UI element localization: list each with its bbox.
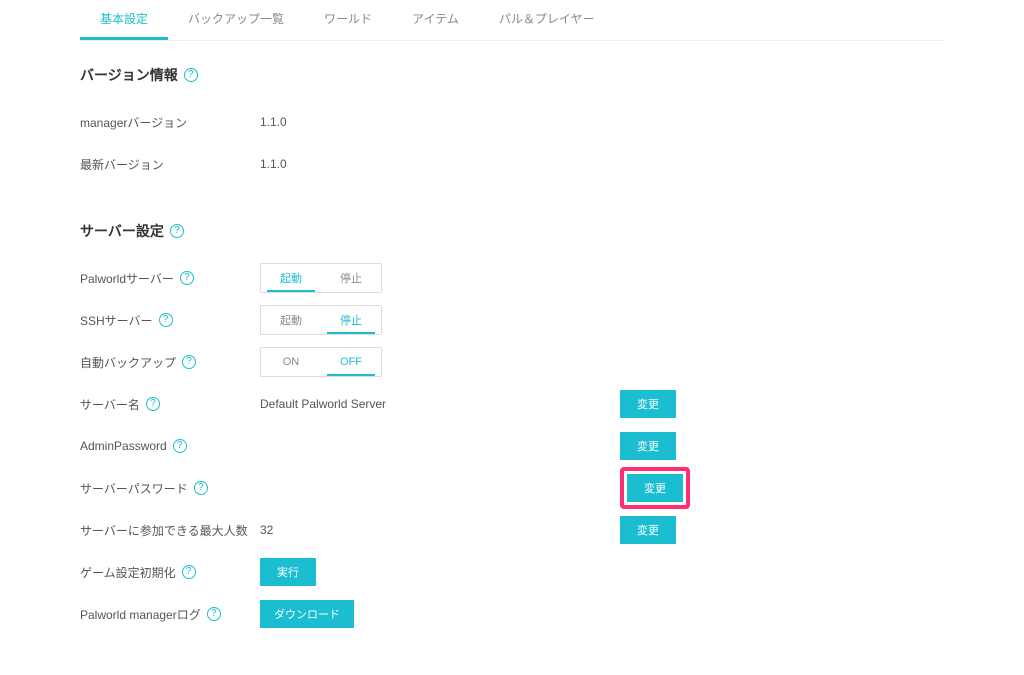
version-title-text: バージョン情報 [80, 65, 178, 85]
manager-log-label: Palworld managerログ [80, 606, 201, 623]
tabs: 基本設定 バックアップ一覧 ワールド アイテム パル＆プレイヤー [80, 0, 944, 41]
row-manager-version: managerバージョン 1.1.0 [80, 101, 944, 143]
help-icon[interactable]: ? [170, 224, 184, 238]
manager-log-download-button[interactable]: ダウンロード [260, 600, 354, 628]
tab-world[interactable]: ワールド [304, 0, 392, 40]
server-password-label: サーバーパスワード [80, 480, 188, 497]
row-latest-version: 最新バージョン 1.1.0 [80, 143, 944, 185]
manager-version-value: 1.1.0 [260, 115, 540, 129]
row-ssh-server: SSHサーバー ? 起動 停止 [80, 299, 944, 341]
highlight-server-password: 変更 [620, 467, 690, 509]
ssh-server-toggle: 起動 停止 [260, 305, 382, 335]
server-section-title: サーバー設定 ? [80, 221, 944, 241]
auto-backup-toggle: ON OFF [260, 347, 382, 377]
row-game-reset: ゲーム設定初期化 ? 実行 [80, 551, 944, 593]
row-auto-backup: 自動バックアップ ? ON OFF [80, 341, 944, 383]
autobackup-off-button[interactable]: OFF [321, 348, 381, 376]
row-server-password: サーバーパスワード ? 変更 [80, 467, 944, 509]
row-max-players: サーバーに参加できる最大人数 32 変更 [80, 509, 944, 551]
max-players-change-button[interactable]: 変更 [620, 516, 676, 544]
max-players-label: サーバーに参加できる最大人数 [80, 522, 248, 539]
latest-version-value: 1.1.0 [260, 157, 540, 171]
palworld-stop-button[interactable]: 停止 [321, 264, 381, 292]
max-players-value: 32 [260, 523, 540, 537]
manager-version-label: managerバージョン [80, 114, 260, 131]
row-palworld-server: Palworldサーバー ? 起動 停止 [80, 257, 944, 299]
help-icon[interactable]: ? [159, 313, 173, 327]
palworld-start-button[interactable]: 起動 [261, 264, 321, 292]
server-password-change-button[interactable]: 変更 [627, 474, 683, 502]
palworld-server-label: Palworldサーバー [80, 270, 174, 287]
help-icon[interactable]: ? [146, 397, 160, 411]
server-name-label: サーバー名 [80, 396, 140, 413]
tab-item[interactable]: アイテム [392, 0, 479, 40]
tab-basic-settings[interactable]: 基本設定 [80, 0, 168, 40]
help-icon[interactable]: ? [180, 271, 194, 285]
version-section-title: バージョン情報 ? [80, 65, 944, 85]
help-icon[interactable]: ? [173, 439, 187, 453]
help-icon[interactable]: ? [207, 607, 221, 621]
game-reset-execute-button[interactable]: 実行 [260, 558, 316, 586]
game-reset-label: ゲーム設定初期化 [80, 564, 176, 581]
server-name-change-button[interactable]: 変更 [620, 390, 676, 418]
help-icon[interactable]: ? [182, 565, 196, 579]
tab-backup-list[interactable]: バックアップ一覧 [168, 0, 304, 40]
ssh-stop-button[interactable]: 停止 [321, 306, 381, 334]
admin-password-label: AdminPassword [80, 439, 167, 453]
help-icon[interactable]: ? [194, 481, 208, 495]
auto-backup-label: 自動バックアップ [80, 354, 176, 371]
help-icon[interactable]: ? [184, 68, 198, 82]
server-title-text: サーバー設定 [80, 221, 164, 241]
ssh-server-label: SSHサーバー [80, 312, 153, 329]
row-server-name: サーバー名 ? Default Palworld Server 変更 [80, 383, 944, 425]
palworld-server-toggle: 起動 停止 [260, 263, 382, 293]
row-admin-password: AdminPassword ? 変更 [80, 425, 944, 467]
help-icon[interactable]: ? [182, 355, 196, 369]
tab-pal-player[interactable]: パル＆プレイヤー [479, 0, 615, 40]
admin-password-change-button[interactable]: 変更 [620, 432, 676, 460]
ssh-start-button[interactable]: 起動 [261, 306, 321, 334]
latest-version-label: 最新バージョン [80, 156, 260, 173]
row-manager-log: Palworld managerログ ? ダウンロード [80, 593, 944, 635]
autobackup-on-button[interactable]: ON [261, 348, 321, 376]
server-name-value: Default Palworld Server [260, 397, 540, 411]
